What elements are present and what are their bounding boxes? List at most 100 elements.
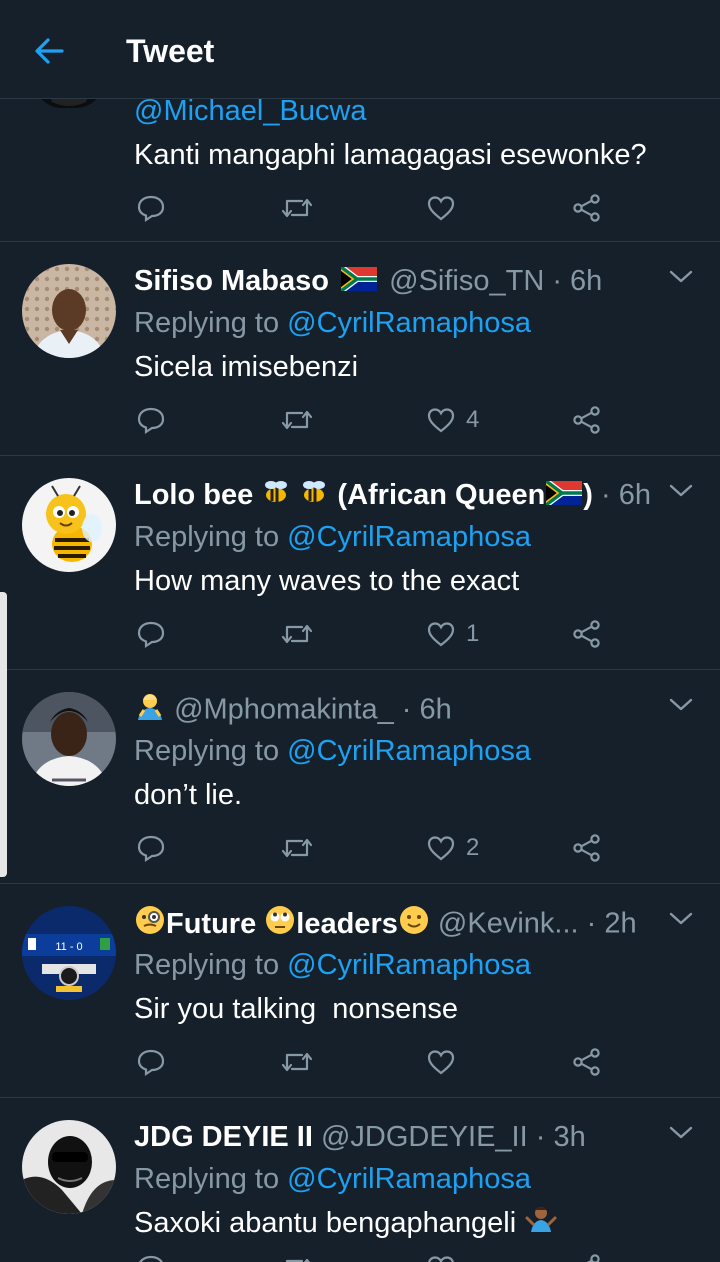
reply-button[interactable] xyxy=(136,614,166,654)
like-icon xyxy=(427,408,455,433)
mention-link[interactable]: @CyrilRamaphosa xyxy=(287,949,531,981)
share-button[interactable] xyxy=(572,614,602,654)
reply-icon xyxy=(137,407,165,435)
retweet-icon xyxy=(281,1052,313,1072)
page-title: Tweet xyxy=(126,33,215,69)
tweet-item[interactable]: @Mphomakinta_ · 6h Replying to @CyrilRam… xyxy=(0,670,720,884)
retweet-button[interactable] xyxy=(280,1042,314,1082)
reply-button[interactable] xyxy=(136,828,166,868)
user-handle[interactable]: @Kevink... xyxy=(438,908,579,940)
tweet-actions: 2 xyxy=(0,828,720,868)
share-button[interactable] xyxy=(572,1042,602,1082)
like-icon xyxy=(427,836,455,861)
share-icon xyxy=(586,1254,600,1262)
user-handle[interactable]: @Mphomakinta_ xyxy=(174,694,394,726)
timestamp: · 2h xyxy=(586,907,637,940)
tweet-item[interactable]: Lolo bee (African Queen) · 6h Replying t… xyxy=(0,456,720,670)
share-button[interactable] xyxy=(572,188,602,228)
tweet-header: Future leaders @Kevink... · 2h xyxy=(134,904,660,946)
replying-label: Replying to xyxy=(134,1163,280,1195)
avatar[interactable] xyxy=(22,478,116,572)
tweet-item[interactable]: 11 - 0 Future leaders @Kevink... · 2h Re… xyxy=(0,884,720,1098)
display-name[interactable]: Sifiso Mabaso xyxy=(134,265,329,297)
tweet-actions xyxy=(0,1248,720,1262)
replying-to: Replying to @CyrilRamaphosa xyxy=(134,946,531,984)
reply-button[interactable] xyxy=(136,1248,166,1262)
retweet-button[interactable] xyxy=(280,1248,314,1262)
display-name[interactable]: Lolo bee (African Queen) xyxy=(134,478,601,511)
chevron-down-icon[interactable] xyxy=(668,696,694,714)
like-button[interactable]: 2 xyxy=(426,828,479,868)
back-arrow-icon[interactable] xyxy=(30,32,68,70)
retweet-icon xyxy=(281,198,313,218)
like-button[interactable] xyxy=(426,1042,456,1082)
replying-label: Replying to xyxy=(134,521,280,553)
user-handle[interactable]: @JDGDEYIE_II xyxy=(321,1121,528,1153)
eye-roll-emoji-icon xyxy=(264,904,296,946)
scrollbar[interactable] xyxy=(0,592,7,877)
reply-button[interactable] xyxy=(136,400,166,440)
tweet-header: Lolo bee (African Queen) · 6h xyxy=(134,476,660,515)
share-button[interactable] xyxy=(572,828,602,868)
retweet-button[interactable] xyxy=(280,828,314,868)
chevron-down-icon[interactable] xyxy=(668,268,694,286)
like-button[interactable]: 4 xyxy=(426,400,479,440)
avatar[interactable] xyxy=(22,692,116,786)
replying-to: Replying to @CyrilRamaphosa xyxy=(134,304,531,342)
user-handle[interactable]: @Sifiso_TN xyxy=(389,265,544,297)
retweet-icon xyxy=(281,410,313,430)
retweet-button[interactable] xyxy=(280,400,314,440)
tweet-actions: 1 xyxy=(0,614,720,654)
avatar[interactable] xyxy=(22,1120,116,1214)
mention-link[interactable]: @CyrilRamaphosa xyxy=(287,521,531,553)
like-icon xyxy=(427,1050,455,1075)
share-button[interactable] xyxy=(572,1248,602,1262)
tweet-actions xyxy=(0,1042,720,1082)
tweet-item[interactable]: Sifiso Mabaso @Sifiso_TN · 6h Replying t… xyxy=(0,242,720,456)
share-icon xyxy=(573,194,600,222)
chevron-down-icon[interactable] xyxy=(668,1124,694,1142)
like-button[interactable] xyxy=(426,1248,456,1262)
avatar[interactable] xyxy=(22,264,116,358)
tweet-text: don’t lie. xyxy=(134,779,243,811)
mention-link[interactable]: @CyrilRamaphosa xyxy=(287,735,531,767)
tweet-text: Kanti mangaphi lamagagasi esewonke? xyxy=(134,139,647,171)
like-icon xyxy=(428,1256,454,1262)
like-icon xyxy=(427,196,455,221)
display-name[interactable]: JDG DEYIE II xyxy=(134,1121,313,1153)
mention-link[interactable]: @CyrilRamaphosa xyxy=(287,307,531,339)
like-count: 1 xyxy=(466,620,480,647)
retweet-icon xyxy=(281,624,313,644)
display-name-part: ) xyxy=(583,479,593,511)
retweet-button[interactable] xyxy=(280,614,314,654)
like-icon xyxy=(427,622,455,647)
monocle-face-emoji-icon xyxy=(134,904,166,946)
chevron-down-icon[interactable] xyxy=(668,482,694,500)
tweet-text: Sir you talking nonsense xyxy=(134,993,459,1025)
chevron-down-icon[interactable] xyxy=(668,910,694,928)
share-icon xyxy=(573,1048,600,1076)
tweet-actions: 4 xyxy=(0,400,720,440)
reply-button[interactable] xyxy=(136,1042,166,1082)
person-emoji-icon xyxy=(134,690,166,732)
timestamp: · 6h xyxy=(552,265,603,297)
shrugging-person-emoji-icon xyxy=(524,1204,558,1244)
like-count: 2 xyxy=(466,834,480,861)
display-name-part: Lolo bee xyxy=(134,479,254,511)
retweet-button[interactable] xyxy=(280,188,314,228)
like-button[interactable]: 1 xyxy=(426,614,479,654)
display-name[interactable]: Future leaders xyxy=(134,906,438,940)
replying-to: Replying to @CyrilRamaphosa xyxy=(134,518,531,556)
share-icon xyxy=(573,406,600,434)
tweet-screen: Tweet @Michael_Bucwa Kanti mangaphi lama… xyxy=(0,0,720,1262)
share-button[interactable] xyxy=(572,400,602,440)
tweet-text-content: Saxoki abantu bengaphangeli xyxy=(134,1207,517,1239)
reply-button[interactable] xyxy=(136,188,166,228)
tweet-item[interactable]: JDG DEYIE II @JDGDEYIE_II · 3h Replying … xyxy=(0,1098,720,1262)
tweet-header: @Mphomakinta_ · 6h xyxy=(134,690,660,732)
avatar[interactable]: 11 - 0 xyxy=(22,906,116,1000)
display-name-part: (African Queen xyxy=(337,479,546,511)
like-button[interactable] xyxy=(426,188,456,228)
mention-link[interactable]: @CyrilRamaphosa xyxy=(287,1163,531,1195)
replying-label: Replying to xyxy=(134,949,280,981)
